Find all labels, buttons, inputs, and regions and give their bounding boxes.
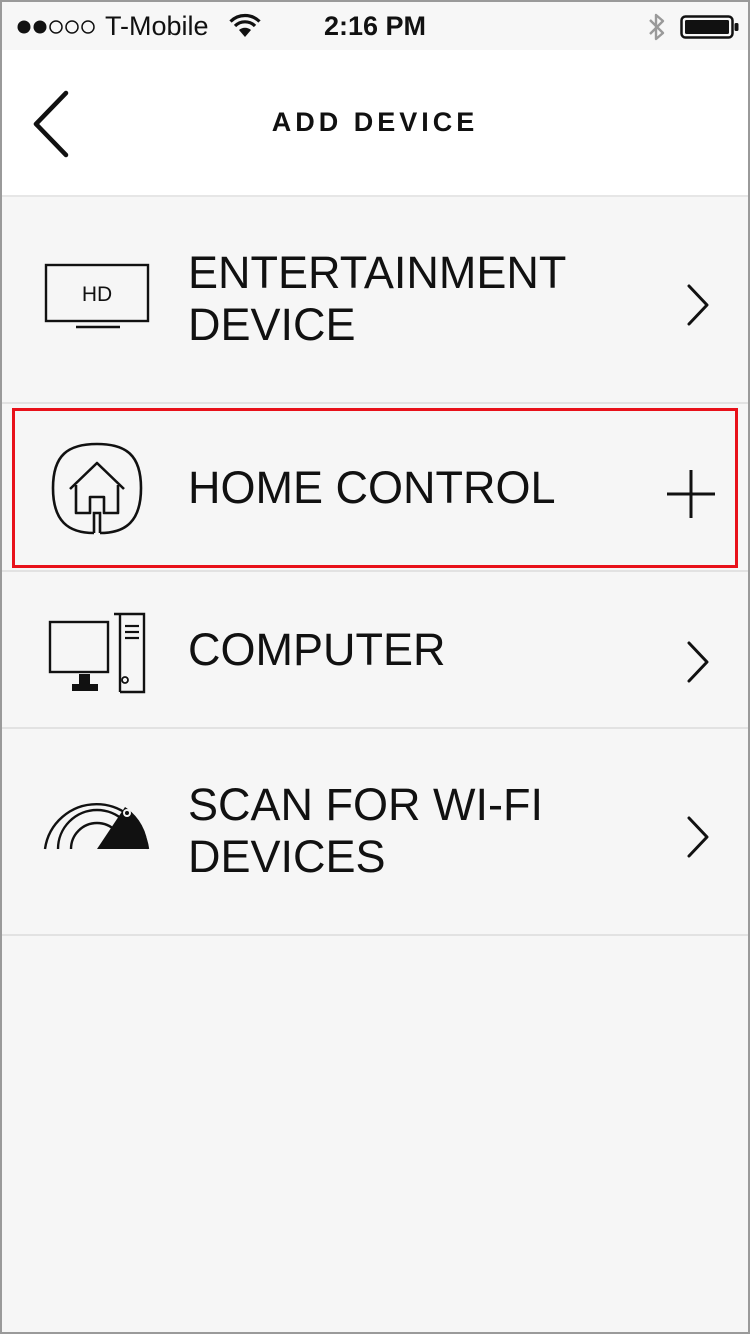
wifi-icon — [229, 13, 261, 37]
plus-icon[interactable] — [665, 468, 717, 520]
navigation-bar: ADD DEVICE — [2, 50, 748, 197]
chevron-right-icon — [687, 816, 709, 858]
wifi-scan-icon — [43, 803, 150, 850]
bluetooth-icon — [649, 13, 665, 41]
computer-icon — [48, 612, 146, 694]
home-control-label: HOME CONTROL — [188, 462, 556, 513]
page-title: ADD DEVICE — [271, 107, 479, 137]
computer-row[interactable]: COMPUTER — [2, 572, 748, 729]
home-control-row[interactable]: HOME CONTROL — [2, 404, 748, 572]
scan-wifi-devices-row[interactable]: SCAN FOR WI-FI DEVICES — [2, 729, 748, 936]
status-bar: T-Mobile 2:16 PM — [2, 2, 748, 50]
entertainment-device-label: ENTERTAINMENT DEVICE — [188, 247, 567, 350]
signal-strength-icon — [17, 20, 95, 34]
device-type-list: HD ENTERTAINMENT DEVICE HOME CONTROL COM… — [2, 197, 748, 936]
entertainment-device-row[interactable]: HD ENTERTAINMENT DEVICE — [2, 197, 748, 404]
battery-icon — [680, 15, 739, 39]
hd-tv-icon: HD — [44, 263, 150, 329]
chevron-right-icon — [687, 641, 709, 683]
tv-badge-text: HD — [82, 283, 112, 306]
computer-label: COMPUTER — [188, 624, 446, 675]
scan-wifi-devices-label: SCAN FOR WI-FI DEVICES — [188, 779, 543, 882]
app-screen: T-Mobile 2:16 PM ADD DEVICE HD ENTERTAIN… — [0, 0, 750, 1334]
home-control-icon — [51, 442, 143, 535]
chevron-right-icon — [687, 284, 709, 326]
carrier-name: T-Mobile — [105, 11, 209, 41]
